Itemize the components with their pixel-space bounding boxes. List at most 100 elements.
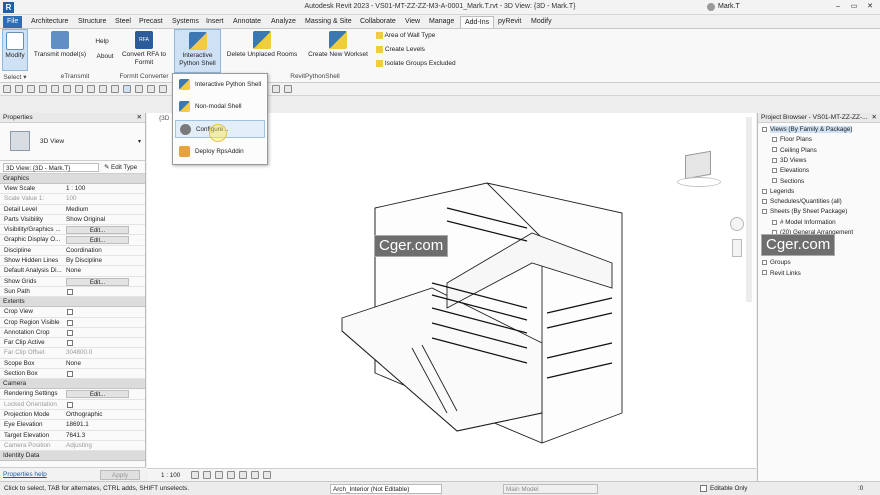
user-name[interactable]: Mark.T (718, 3, 740, 10)
tab-massing-site[interactable]: Massing & Site (301, 16, 356, 28)
section-icon[interactable] (135, 85, 143, 93)
section-camera[interactable]: Camera (0, 379, 145, 390)
workset-selector[interactable]: Arch_Interior (Not Editable) (330, 484, 442, 494)
property-checkbox[interactable] (67, 340, 73, 347)
section-extents[interactable]: Extents (0, 297, 145, 308)
expand-toggle-icon[interactable] (772, 157, 777, 163)
close-windows-icon[interactable] (159, 85, 167, 93)
expand-toggle-icon[interactable] (772, 219, 777, 225)
edit-button[interactable]: Edit... (66, 277, 129, 286)
property-checkbox[interactable] (67, 329, 73, 336)
zoom-icon[interactable] (732, 239, 742, 257)
create-levels-button[interactable]: Create Levels (376, 46, 425, 54)
render-icon[interactable] (239, 471, 247, 479)
expand-toggle-icon[interactable] (772, 137, 777, 143)
property-value[interactable]: Orthographic (66, 410, 130, 420)
modify-button[interactable]: Modify (2, 29, 28, 71)
tab-analyze[interactable]: Analyze (267, 16, 300, 28)
customize-icon[interactable] (284, 85, 292, 93)
switch-windows-icon[interactable] (272, 85, 280, 93)
vertical-scrollbar[interactable] (746, 117, 752, 302)
create-new-workset-button[interactable]: Create New Workset (305, 31, 371, 59)
open-icon[interactable] (3, 85, 11, 93)
tab-file[interactable]: File (3, 16, 23, 28)
print-icon[interactable] (63, 85, 71, 93)
edit-type-button[interactable]: ✎ Edit Type (104, 164, 137, 171)
edit-button[interactable]: Edit... (66, 390, 129, 399)
interactive-python-shell-button[interactable]: Interactive Python Shell (174, 29, 221, 73)
maximize-button[interactable]: ▭ (848, 1, 860, 13)
tab-manage[interactable]: Manage (425, 16, 458, 28)
property-value[interactable]: 100 (66, 194, 130, 204)
instance-selector[interactable]: 3D View: {3D - Mark.T} (3, 163, 99, 172)
property-checkbox[interactable] (67, 288, 73, 295)
tab-insert[interactable]: Insert (202, 16, 228, 28)
tag-icon[interactable] (99, 85, 107, 93)
steering-wheel-icon[interactable] (730, 217, 744, 231)
browser-item[interactable]: Floor Plans (772, 135, 812, 145)
property-value[interactable]: By Discipline (66, 256, 130, 266)
isolate-groups-button[interactable]: Isolate Groups Excluded (376, 60, 456, 68)
dropdown-item-deploy[interactable]: Deploy RpsAddin (175, 143, 265, 161)
view-scale[interactable]: 1 : 100 (161, 472, 180, 479)
expand-toggle-icon[interactable] (772, 178, 777, 184)
expand-toggle-icon[interactable] (762, 126, 767, 132)
close-icon[interactable]: ✕ (872, 113, 877, 123)
viewcube[interactable] (677, 150, 721, 187)
undo-icon[interactable] (39, 85, 47, 93)
properties-help-link[interactable]: Properties help (3, 471, 47, 478)
edit-button[interactable]: Edit... (66, 226, 129, 235)
property-checkbox[interactable] (67, 309, 73, 316)
tab-collaborate[interactable]: Collaborate (356, 16, 400, 28)
sun-path-icon[interactable] (215, 471, 223, 479)
lock-icon[interactable] (263, 471, 271, 479)
expand-toggle-icon[interactable] (762, 198, 767, 204)
about-button[interactable]: About (92, 53, 118, 61)
dropdown-item-interactive-shell[interactable]: Interactive Python Shell (175, 76, 265, 94)
shadows-icon[interactable] (227, 471, 235, 479)
user-icon[interactable] (707, 3, 715, 11)
editable-only-checkbox[interactable] (700, 485, 707, 492)
expand-toggle-icon[interactable] (762, 188, 767, 194)
convert-rfa-button[interactable]: RFA Convert RFA to Formit (121, 31, 167, 67)
area-of-wall-type-button[interactable]: Area of Wall Type (376, 32, 435, 40)
tab-steel[interactable]: Steel (111, 16, 135, 28)
dimension-icon[interactable] (87, 85, 95, 93)
edit-button[interactable]: Edit... (66, 236, 129, 245)
tab-view[interactable]: View (401, 16, 424, 28)
help-button[interactable]: Help (92, 38, 112, 46)
text-icon[interactable] (111, 85, 119, 93)
tab-structure[interactable]: Structure (74, 16, 110, 28)
section-identity[interactable]: Identity Data (0, 451, 145, 462)
browser-item[interactable]: Sheets (By Sheet Package) (762, 207, 847, 217)
browser-item[interactable]: Groups (762, 258, 791, 268)
property-value[interactable]: 1 : 100 (66, 184, 130, 194)
tab-add-ins[interactable]: Add-Ins (460, 16, 495, 28)
browser-item[interactable]: Ceiling Plans (772, 146, 817, 156)
browser-item[interactable]: Elevations (772, 166, 809, 176)
property-value[interactable]: Show Original (66, 215, 130, 225)
expand-toggle-icon[interactable] (762, 209, 767, 215)
expand-toggle-icon[interactable] (772, 147, 777, 153)
property-value[interactable]: Adjusting (66, 441, 130, 451)
section-graphics[interactable]: Graphics (0, 174, 145, 184)
browser-item[interactable]: Schedules/Quantities (all) (762, 197, 842, 207)
expand-toggle-icon[interactable] (772, 168, 777, 174)
property-value[interactable]: 304800.0 (66, 348, 130, 358)
sync-icon[interactable] (27, 85, 35, 93)
browser-item[interactable]: # Model Information (772, 218, 836, 228)
tab-annotate[interactable]: Annotate (229, 16, 265, 28)
property-value[interactable]: None (66, 266, 130, 276)
tab-pyrevit[interactable]: pyRevit (494, 16, 525, 28)
tab-precast[interactable]: Precast (135, 16, 167, 28)
apply-button[interactable]: Apply (100, 470, 140, 480)
detail-level-icon[interactable] (191, 471, 199, 479)
property-value[interactable]: None (66, 359, 130, 369)
browser-item[interactable]: Sections (772, 177, 804, 187)
browser-item[interactable]: 3D Views (772, 156, 806, 166)
browser-item[interactable]: Revit Links (762, 269, 801, 279)
3d-viewport[interactable]: {3D Cger.com (147, 113, 756, 468)
transmit-button[interactable]: Transmit model(s) (32, 31, 88, 59)
design-option-selector[interactable]: Main Model (503, 484, 598, 494)
expand-toggle-icon[interactable] (762, 270, 767, 276)
